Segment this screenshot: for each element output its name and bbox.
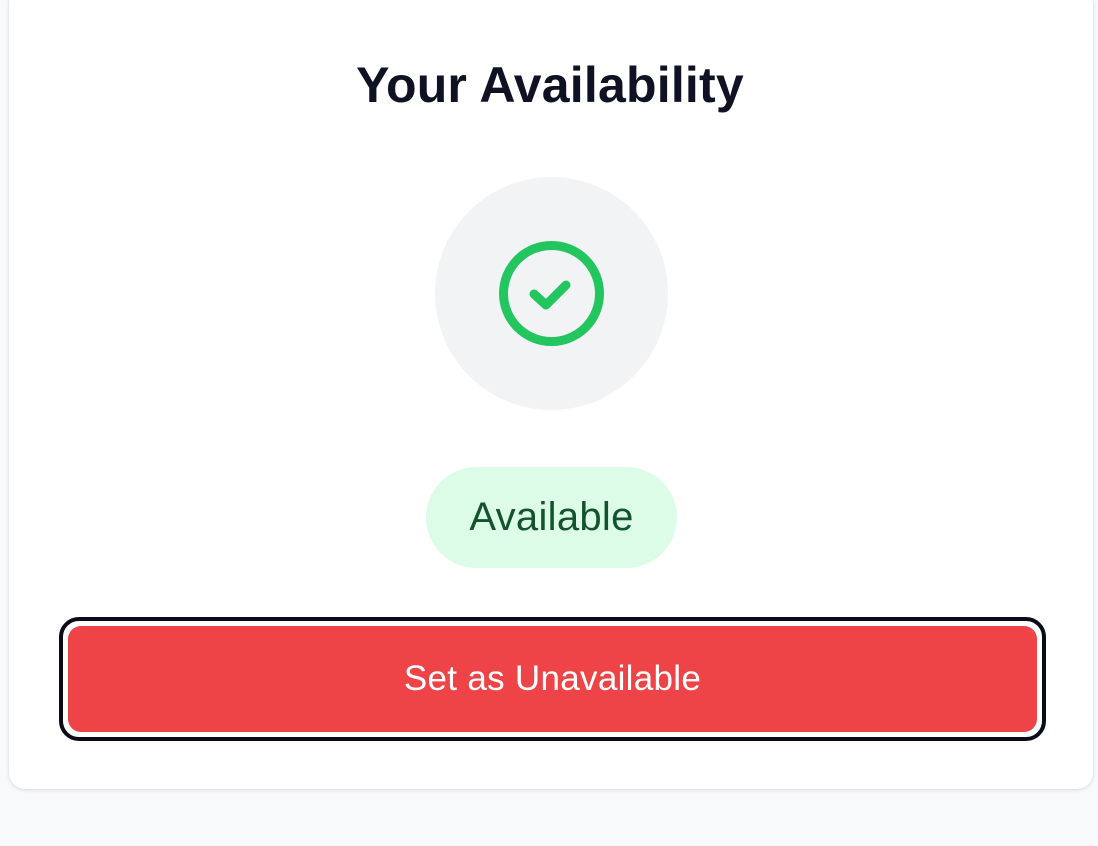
page-title: Your Availability [356,57,744,113]
check-circle-icon [499,241,604,346]
set-unavailable-button-label: Set as Unavailable [68,626,1037,732]
status-indicator [435,177,668,410]
set-unavailable-button[interactable]: Set as Unavailable [59,617,1046,741]
status-badge: Available [426,467,677,568]
